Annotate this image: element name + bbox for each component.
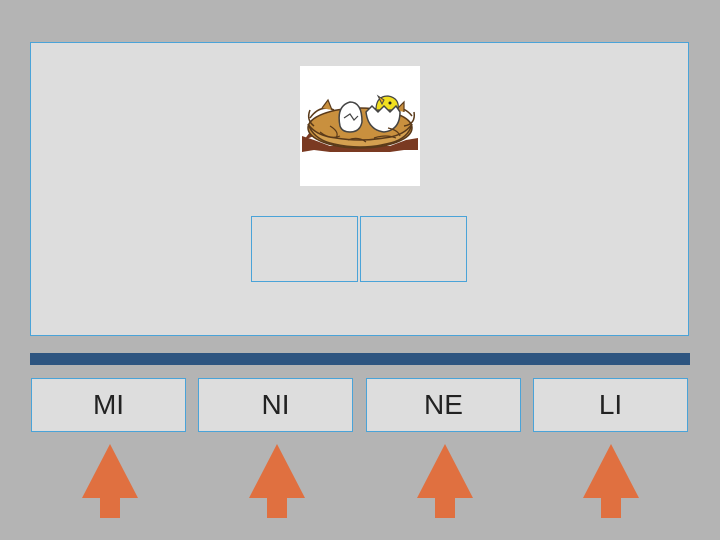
syllable-tile-ne[interactable]: NE [366,378,521,432]
answer-slot-1[interactable] [251,216,358,282]
syllable-tile-li[interactable]: LI [533,378,688,432]
answer-slot-2[interactable] [360,216,467,282]
nest-with-hatching-chick-icon [302,94,418,152]
syllable-tile-ni[interactable]: NI [198,378,353,432]
up-arrow-icon[interactable] [249,444,305,518]
divider-bar [30,353,690,365]
picture-card [300,66,420,186]
syllable-tile-mi[interactable]: MI [31,378,186,432]
up-arrow-icon[interactable] [417,444,473,518]
up-arrow-icon[interactable] [82,444,138,518]
up-arrow-icon[interactable] [583,444,639,518]
